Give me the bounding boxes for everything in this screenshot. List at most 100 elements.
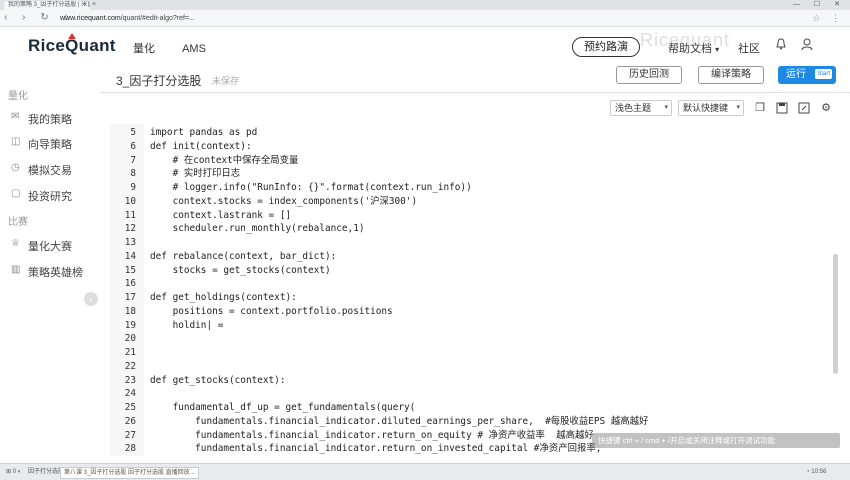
code-line[interactable]: 6 def init(context): bbox=[110, 140, 844, 154]
code-text[interactable]: stocks = get_stocks(context) bbox=[150, 264, 331, 278]
tab-close-icon[interactable]: × bbox=[92, 1, 96, 9]
code-editor[interactable]: 5 import pandas as pd 6 def init(context): 7… bbox=[110, 124, 844, 456]
line-number: 22 bbox=[124, 360, 136, 372]
code-line[interactable]: 17 def get_holdings(context): bbox=[110, 291, 844, 305]
line-number: 11 bbox=[124, 209, 136, 221]
code-line[interactable]: 10 context.stocks = index_components('沪深… bbox=[110, 195, 844, 209]
taskbar-item-active[interactable]: 第八课 3_因子打分选股 因子打分选股 直播回放... bbox=[60, 467, 199, 479]
line-number: 23 bbox=[124, 374, 136, 386]
code-line[interactable]: 12 scheduler.run_monthly(rebalance,1) bbox=[110, 222, 844, 236]
code-line[interactable]: 21 bbox=[110, 346, 844, 360]
settings-gear-icon[interactable]: ⚙ bbox=[820, 102, 832, 114]
start-menu[interactable]: ⊞ 0 ◐ bbox=[6, 467, 21, 477]
code-line[interactable]: 25 fundamental_df_up = get_fundamentals(… bbox=[110, 401, 844, 415]
code-line[interactable]: 5 import pandas as pd bbox=[110, 126, 844, 140]
line-number: 5 bbox=[130, 127, 136, 138]
community-link[interactable]: 社区 bbox=[738, 40, 760, 56]
system-clock: ◔ 10:56 bbox=[806, 469, 827, 475]
code-line[interactable]: 8 # 实时打印日志 bbox=[110, 167, 844, 181]
browser-tab[interactable]: 我的策略 3_因子打分选股 | 米筐 bbox=[4, 1, 90, 10]
line-number: 9 bbox=[130, 182, 136, 193]
code-line[interactable]: 18 positions = context.portfolio.positio… bbox=[110, 305, 844, 319]
leaderboard-icon: ▥ bbox=[11, 264, 21, 275]
code-text[interactable]: fundamentals.financial_indicator.return_… bbox=[150, 442, 601, 456]
code-line[interactable]: 19 holdin| = bbox=[110, 319, 844, 333]
line-number: 25 bbox=[124, 402, 136, 413]
sidebar-item-wizard[interactable]: 向导策略 bbox=[28, 136, 72, 152]
theme-select[interactable]: 浅色主题 ▾ bbox=[610, 100, 672, 116]
code-line[interactable]: 15 stocks = get_stocks(context) bbox=[110, 264, 844, 278]
code-line[interactable]: 14 def rebalance(context, bar_dict): bbox=[110, 250, 844, 264]
code-line[interactable]: 11 context.lastrank = [] bbox=[110, 209, 844, 223]
expand-icon[interactable] bbox=[798, 102, 810, 114]
code-line[interactable]: 22 bbox=[110, 360, 844, 374]
window-controls[interactable]: — ☐ ✕ bbox=[793, 0, 846, 10]
run-hint: Start bbox=[815, 69, 832, 79]
code-text[interactable]: fundamentals.financial_indicator.return_… bbox=[150, 429, 594, 443]
compile-button[interactable]: 编译策略 bbox=[698, 66, 764, 84]
logo-text-uant: uant bbox=[78, 36, 116, 55]
code-line[interactable]: 16 bbox=[110, 277, 844, 291]
line-number: 8 bbox=[130, 168, 136, 180]
editor-scrollbar[interactable] bbox=[833, 254, 838, 374]
code-line[interactable]: 7 # 在context中保存全局变量 bbox=[110, 154, 844, 168]
code-line[interactable]: 13 bbox=[110, 236, 844, 250]
line-number: 13 bbox=[124, 237, 136, 248]
strategy-title[interactable]: 3_因子打分选股 bbox=[116, 72, 201, 89]
shortcut-hint-toast: 快捷键 ctrl + / cmd + /开启或关闭注释或打开调试功能 bbox=[592, 433, 840, 448]
code-text[interactable]: scheduler.run_monthly(rebalance,1) bbox=[150, 222, 365, 236]
sidebar-section-quant: 量化 bbox=[8, 91, 28, 102]
line-number: 10 bbox=[124, 195, 136, 207]
chevron-down-icon: ▾ bbox=[736, 104, 740, 111]
extension-icons[interactable]: ☆ ⋮ bbox=[812, 13, 844, 24]
logo-text-rice: Rice bbox=[28, 36, 66, 55]
code-text[interactable]: holdin| = bbox=[150, 319, 224, 333]
code-text[interactable]: def get_stocks(context): bbox=[150, 374, 285, 388]
code-line[interactable]: 20 bbox=[110, 332, 844, 346]
sidebar-item-leaderboard[interactable]: 策略英雄榜 bbox=[28, 264, 83, 280]
bell-icon[interactable] bbox=[774, 37, 788, 51]
code-text[interactable]: # 在context中保存全局变量 bbox=[150, 154, 299, 168]
theme-select-value: 浅色主题 bbox=[615, 103, 652, 113]
code-text[interactable]: positions = context.portfolio.positions bbox=[150, 305, 393, 319]
code-text[interactable]: context.lastrank = [] bbox=[150, 209, 292, 223]
contest-button[interactable]: 预约路演 bbox=[572, 37, 640, 57]
code-line[interactable]: 23 def get_stocks(context): bbox=[110, 374, 844, 388]
code-text[interactable]: def rebalance(context, bar_dict): bbox=[150, 250, 336, 264]
taskbar-item[interactable]: 因子打分选股 bbox=[28, 467, 64, 477]
code-text[interactable]: fundamental_df_up = get_fundamentals(que… bbox=[150, 401, 416, 415]
run-button[interactable]: 运行 Start bbox=[778, 66, 836, 84]
code-text[interactable]: fundamentals.financial_indicator.diluted… bbox=[150, 415, 648, 429]
keymap-select[interactable]: 默认快捷键 ▾ bbox=[678, 100, 744, 116]
code-text[interactable]: import pandas as pd bbox=[150, 126, 257, 140]
sidebar-item-paper-trading[interactable]: 模拟交易 bbox=[28, 162, 72, 178]
code-line[interactable]: 24 bbox=[110, 387, 844, 401]
code-text[interactable]: # logger.info("RunInfo: {}".format(conte… bbox=[150, 181, 472, 195]
nav-ams[interactable]: AMS bbox=[182, 43, 206, 55]
line-number: 18 bbox=[124, 305, 136, 317]
code-line[interactable]: 9 # logger.info("RunInfo: {}".format(con… bbox=[110, 181, 844, 195]
save-status: 未保存 bbox=[212, 76, 240, 86]
line-number: 20 bbox=[124, 333, 136, 345]
save-icon[interactable] bbox=[776, 102, 788, 114]
line-number: 21 bbox=[124, 347, 136, 358]
sidebar-item-research[interactable]: 投资研究 bbox=[28, 188, 72, 204]
code-line[interactable]: 26 fundamentals.financial_indicator.dilu… bbox=[110, 415, 844, 429]
url-field[interactable]: www.ricequant.com/quant/#edit-algo?ref=.… bbox=[60, 12, 760, 25]
ricequant-logo[interactable]: RiceQuant bbox=[28, 33, 116, 56]
copy-icon[interactable]: ❐ bbox=[754, 102, 766, 114]
user-avatar-icon[interactable] bbox=[800, 37, 814, 51]
sidebar-collapse-button[interactable]: ‹ bbox=[84, 292, 98, 306]
nav-quant[interactable]: 量化 bbox=[133, 43, 155, 55]
clock-icon: ◷ bbox=[11, 162, 20, 173]
code-text[interactable]: # 实时打印日志 bbox=[150, 167, 241, 181]
mail-icon: ✉ bbox=[11, 111, 20, 122]
code-text[interactable]: def get_holdings(context): bbox=[150, 291, 297, 305]
sidebar-section-contest: 比赛 bbox=[8, 217, 28, 228]
code-text[interactable]: context.stocks = index_components('沪深300… bbox=[150, 195, 418, 209]
history-backtest-button[interactable]: 历史回测 bbox=[616, 66, 682, 84]
sidebar-item-my-strategies[interactable]: 我的策略 bbox=[28, 111, 72, 127]
line-number: 28 bbox=[124, 443, 136, 455]
sidebar-item-contest[interactable]: 量化大赛 bbox=[28, 238, 72, 254]
code-text[interactable]: def init(context): bbox=[150, 140, 252, 154]
